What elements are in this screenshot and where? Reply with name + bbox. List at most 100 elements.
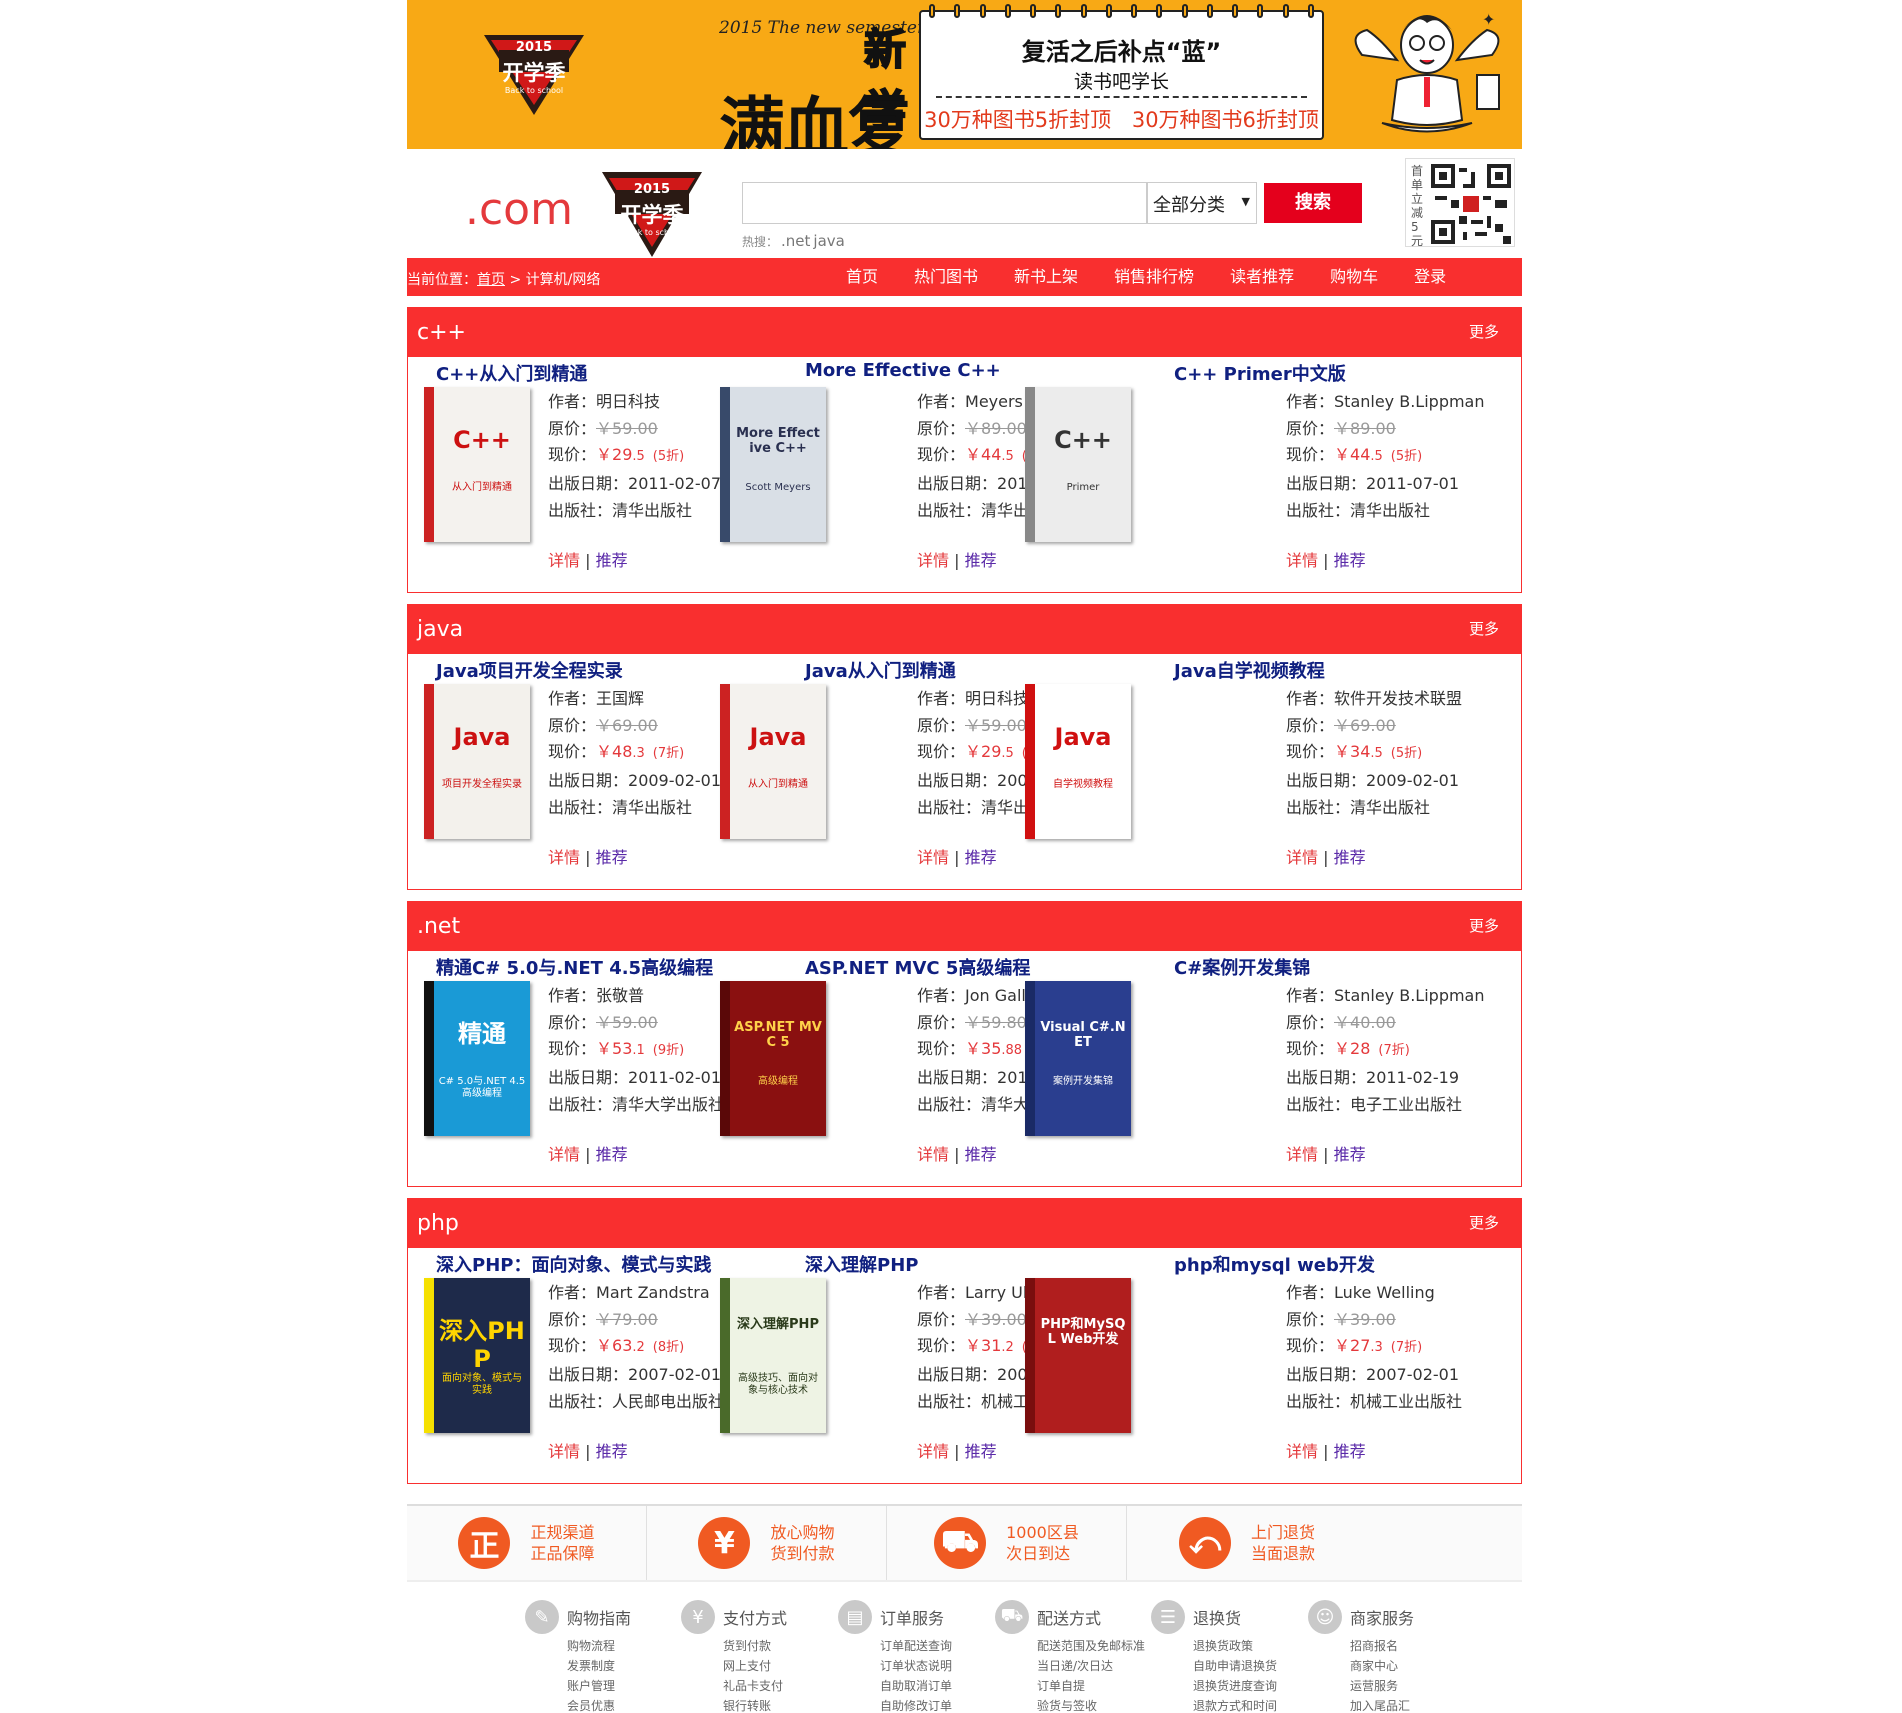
recommend-link[interactable]: 推荐 bbox=[965, 1145, 997, 1164]
recommend-link[interactable]: 推荐 bbox=[965, 1442, 997, 1461]
footer-link[interactable]: 银行转账 bbox=[723, 1696, 837, 1713]
book-title-link[interactable]: C#案例开发集锦 bbox=[1174, 954, 1310, 980]
footer-link[interactable]: 验货与签收 bbox=[1037, 1696, 1151, 1713]
footer-link[interactable]: 自助申请退换货 bbox=[1193, 1656, 1307, 1676]
detail-link[interactable]: 详情 bbox=[548, 551, 580, 570]
book-title-link[interactable]: C++从入门到精通 bbox=[436, 360, 587, 386]
promo-banner[interactable]: 2015 开学季 Back to school 2015 The new sem… bbox=[407, 0, 1522, 149]
book-title-link[interactable]: php和mysql web开发 bbox=[1174, 1251, 1375, 1277]
hot-search-term[interactable]: .net bbox=[781, 232, 810, 250]
footer-link[interactable]: 礼品卡支付 bbox=[723, 1676, 837, 1696]
section-more-link[interactable]: 更多 bbox=[1469, 618, 1499, 639]
book-cover-image[interactable]: C++ 从入门到精通 bbox=[424, 387, 530, 542]
footer-link[interactable]: 会员优惠 bbox=[567, 1696, 681, 1713]
footer-link[interactable]: 自助取消订单 bbox=[880, 1676, 994, 1696]
book-publisher: 清华出版社 bbox=[612, 500, 693, 520]
nav-new-books[interactable]: 新书上架 bbox=[1014, 258, 1078, 296]
recommend-link[interactable]: 推荐 bbox=[1334, 848, 1366, 867]
book-cover-image[interactable]: ASP.NET MVC 5 高级编程 bbox=[720, 981, 826, 1136]
footer-link[interactable]: 退款方式和时间 bbox=[1193, 1696, 1307, 1713]
detail-link[interactable]: 详情 bbox=[548, 1145, 580, 1164]
footer-link[interactable]: 自助修改订单 bbox=[880, 1696, 994, 1713]
recommend-link[interactable]: 推荐 bbox=[596, 551, 628, 570]
footer-link[interactable]: 退换货进度查询 bbox=[1193, 1676, 1307, 1696]
recommend-link[interactable]: 推荐 bbox=[596, 1442, 628, 1461]
footer-link[interactable]: 运营服务 bbox=[1350, 1676, 1464, 1696]
footer-link[interactable]: 账户管理 bbox=[567, 1676, 681, 1696]
detail-link[interactable]: 详情 bbox=[917, 848, 949, 867]
category-select[interactable]: 全部分类 ▼ bbox=[1147, 182, 1257, 224]
book-title-link[interactable]: More Effective C++ bbox=[805, 360, 1001, 381]
service-next-day-delivery[interactable]: ⛟ 1000区县 次日到达 bbox=[887, 1506, 1127, 1580]
footer-link[interactable]: 招商报名 bbox=[1350, 1636, 1464, 1656]
detail-link[interactable]: 详情 bbox=[1286, 848, 1318, 867]
footer-link[interactable]: 订单自提 bbox=[1037, 1676, 1151, 1696]
nav-login[interactable]: 登录 bbox=[1414, 258, 1446, 296]
nav-bestsellers[interactable]: 销售排行榜 bbox=[1114, 258, 1194, 296]
footer-link[interactable]: 当日递/次日达 bbox=[1037, 1656, 1151, 1676]
service-cash-on-delivery[interactable]: ¥ 放心购物 货到付款 bbox=[647, 1506, 887, 1580]
search-input[interactable] bbox=[742, 182, 1147, 224]
book-cover-image[interactable]: More Effective C++ Scott Meyers bbox=[720, 387, 826, 542]
book-cover-image[interactable]: Java 项目开发全程实录 bbox=[424, 684, 530, 839]
footer-link[interactable]: 配送范围及免邮标准 bbox=[1037, 1636, 1151, 1656]
book-cover-image[interactable]: 深入理解PHP 高级技巧、面向对象与核心技术 bbox=[720, 1278, 826, 1433]
footer-link[interactable]: 货到付款 bbox=[723, 1636, 837, 1656]
detail-link[interactable]: 详情 bbox=[917, 1442, 949, 1461]
nav-hot-books[interactable]: 热门图书 bbox=[914, 258, 978, 296]
book-title-link[interactable]: ASP.NET MVC 5高级编程 bbox=[805, 954, 1030, 980]
header-back-to-school-badge[interactable]: 2015 开学季 Back to school bbox=[597, 152, 707, 262]
book-title-link[interactable]: 深入PHP：面向对象、模式与实践 bbox=[436, 1251, 711, 1277]
detail-link[interactable]: 详情 bbox=[1286, 1145, 1318, 1164]
hot-search-term[interactable]: java bbox=[813, 232, 844, 250]
recommend-link[interactable]: 推荐 bbox=[1334, 1145, 1366, 1164]
nav-cart[interactable]: 购物车 bbox=[1330, 258, 1378, 296]
qr-code-box[interactable]: 首单立减5元 bbox=[1405, 158, 1515, 248]
book-cover-image[interactable]: C++ Primer bbox=[1025, 387, 1131, 542]
detail-link[interactable]: 详情 bbox=[1286, 1442, 1318, 1461]
book-cover-image[interactable]: PHP和MySQL Web开发 bbox=[1025, 1278, 1131, 1433]
book-cover-image[interactable]: 精通 C# 5.0与.NET 4.5 高级编程 bbox=[424, 981, 530, 1136]
book-title-link[interactable]: Java自学视频教程 bbox=[1174, 657, 1325, 683]
service-genuine-guarantee[interactable]: 正正规渠道 正品保障 bbox=[407, 1506, 647, 1580]
footer-link[interactable]: 发票制度 bbox=[567, 1656, 681, 1676]
recommend-link[interactable]: 推荐 bbox=[965, 551, 997, 570]
recommend-link[interactable]: 推荐 bbox=[596, 1145, 628, 1164]
nav-reader-picks[interactable]: 读者推荐 bbox=[1230, 258, 1294, 296]
book-cover-image[interactable]: Java 从入门到精通 bbox=[720, 684, 826, 839]
book-title-link[interactable]: Java项目开发全程实录 bbox=[436, 657, 623, 683]
book-cover-image[interactable]: Visual C#.NET 案例开发集锦 bbox=[1025, 981, 1131, 1136]
section-more-link[interactable]: 更多 bbox=[1469, 915, 1499, 936]
section-more-link[interactable]: 更多 bbox=[1469, 1212, 1499, 1233]
detail-link[interactable]: 详情 bbox=[1286, 551, 1318, 570]
recommend-link[interactable]: 推荐 bbox=[965, 848, 997, 867]
footer-link[interactable]: 商家中心 bbox=[1350, 1656, 1464, 1676]
banner-promo-card[interactable]: 复活之后补点“蓝” 读书吧学长 30万种图书5折封顶 30万种图书6折封顶 bbox=[919, 4, 1324, 140]
footer-link[interactable]: 订单配送查询 bbox=[880, 1636, 994, 1656]
detail-link[interactable]: 详情 bbox=[917, 551, 949, 570]
service-doorstep-return[interactable]: ⤺ 上门退货 当面退款 bbox=[1127, 1506, 1367, 1580]
footer-link[interactable]: 购物流程 bbox=[567, 1636, 681, 1656]
footer-link[interactable]: 加入尾品汇 bbox=[1350, 1696, 1464, 1713]
site-logo[interactable]: .com bbox=[465, 184, 573, 235]
book-cover-image[interactable]: 深入PHP 面向对象、模式与实践 bbox=[424, 1278, 530, 1433]
recommend-link[interactable]: 推荐 bbox=[1334, 1442, 1366, 1461]
book-title-link[interactable]: Java从入门到精通 bbox=[805, 657, 956, 683]
footer-link[interactable]: 退换货政策 bbox=[1193, 1636, 1307, 1656]
footer-link[interactable]: 网上支付 bbox=[723, 1656, 837, 1676]
detail-link[interactable]: 详情 bbox=[917, 1145, 949, 1164]
detail-link[interactable]: 详情 bbox=[548, 1442, 580, 1461]
nav-home[interactable]: 首页 bbox=[846, 258, 878, 296]
search-button[interactable]: 搜索 bbox=[1264, 183, 1362, 223]
recommend-link[interactable]: 推荐 bbox=[596, 848, 628, 867]
book-title-link[interactable]: 深入理解PHP bbox=[805, 1251, 918, 1277]
footer-link[interactable]: 订单状态说明 bbox=[880, 1656, 994, 1676]
book-cover-image[interactable]: Java 自学视频教程 bbox=[1025, 684, 1131, 839]
service-line1: 上门退货 bbox=[1250, 1523, 1315, 1542]
book-title-link[interactable]: C++ Primer中文版 bbox=[1174, 360, 1346, 386]
detail-link[interactable]: 详情 bbox=[548, 848, 580, 867]
section-more-link[interactable]: 更多 bbox=[1469, 321, 1499, 342]
book-title-link[interactable]: 精通C# 5.0与.NET 4.5高级编程 bbox=[436, 954, 713, 980]
breadcrumb-home-link[interactable]: 首页 bbox=[477, 272, 505, 288]
recommend-link[interactable]: 推荐 bbox=[1334, 551, 1366, 570]
